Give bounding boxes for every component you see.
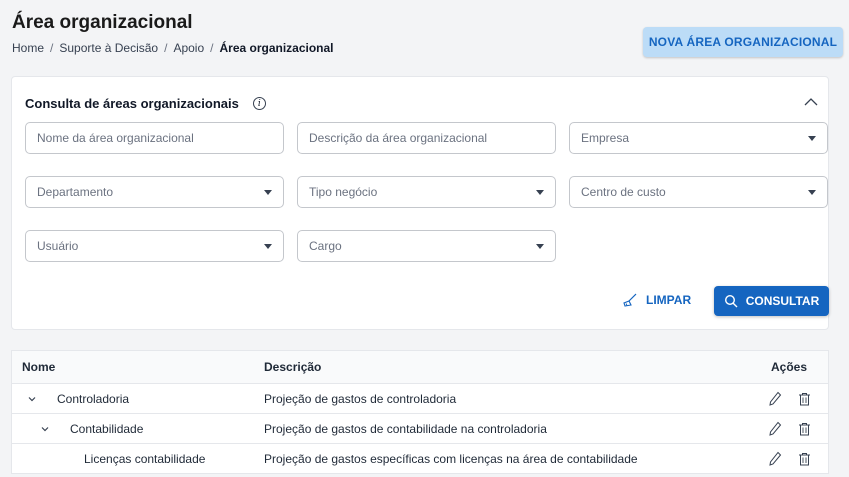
row-name: Contabilidade [70, 421, 144, 436]
dropdown-caret-icon [264, 243, 272, 249]
search-panel-header: Consulta de áreas organizacionais i [25, 96, 266, 111]
search-panel-title: Consulta de áreas organizacionais [25, 96, 239, 111]
name-cell: Controladoria [12, 392, 264, 406]
broom-icon [623, 293, 637, 307]
breadcrumb: Home / Suporte à Decisão / Apoio / Área … [12, 41, 334, 55]
search-button-label: CONSULTAR [745, 294, 820, 308]
row-description: Projeção de gastos específicas com licen… [264, 451, 638, 466]
dropdown-caret-icon [536, 189, 544, 195]
table-header: Nome Descrição Ações [12, 351, 828, 384]
tipo-negocio-select[interactable]: Tipo negócio [297, 176, 556, 208]
chevron-up-icon[interactable] [802, 93, 820, 111]
dropdown-caret-icon [808, 135, 816, 141]
page-title: Área organizacional [12, 12, 193, 33]
edit-pencil-icon[interactable] [768, 421, 782, 437]
breadcrumb-home[interactable]: Home [12, 41, 44, 55]
edit-pencil-icon[interactable] [768, 391, 782, 407]
chevron-down-icon[interactable] [39, 423, 51, 435]
cargo-select[interactable]: Cargo [297, 230, 556, 262]
row-actions [750, 391, 828, 407]
tipo-negocio-placeholder: Tipo negócio [309, 185, 378, 199]
row-description: Projeção de gastos de controladoria [264, 391, 457, 406]
info-icon[interactable]: i [252, 97, 266, 110]
clear-button[interactable]: LIMPAR [622, 289, 691, 311]
edit-pencil-icon[interactable] [768, 451, 782, 467]
breadcrumb-suporte[interactable]: Suporte à Decisão [59, 41, 158, 55]
dropdown-caret-icon [808, 189, 816, 195]
areas-table: Nome Descrição Ações Controladoria Proje… [11, 350, 829, 474]
departamento-select[interactable]: Departamento [25, 176, 284, 208]
column-header-nome[interactable]: Nome [12, 360, 264, 374]
nome-input[interactable]: Nome da área organizacional [25, 122, 284, 154]
delete-trash-icon[interactable] [798, 392, 811, 406]
dropdown-caret-icon [264, 189, 272, 195]
breadcrumb-apoio[interactable]: Apoio [173, 41, 204, 55]
table-row[interactable]: Contabilidade Projeção de gastos de cont… [12, 414, 828, 444]
search-icon [724, 294, 738, 308]
centro-custo-placeholder: Centro de custo [581, 185, 666, 199]
usuario-select[interactable]: Usuário [25, 230, 284, 262]
breadcrumb-current: Área organizacional [219, 41, 334, 55]
row-actions [750, 451, 828, 467]
row-actions [750, 421, 828, 437]
search-panel: Consulta de áreas organizacionais i Nome… [11, 76, 829, 330]
breadcrumb-separator: / [210, 41, 214, 55]
nome-placeholder: Nome da área organizacional [37, 131, 194, 145]
table-row[interactable]: Controladoria Projeção de gastos de cont… [12, 384, 828, 414]
search-button[interactable]: CONSULTAR [714, 286, 829, 316]
dropdown-caret-icon [536, 243, 544, 249]
delete-trash-icon[interactable] [798, 422, 811, 436]
column-header-descricao[interactable]: Descrição [264, 360, 750, 374]
delete-trash-icon[interactable] [798, 452, 811, 466]
table-row[interactable]: Licenças contabilidade Projeção de gasto… [12, 444, 828, 474]
chevron-down-icon[interactable] [26, 393, 38, 405]
empresa-select[interactable]: Empresa [569, 122, 828, 154]
descricao-input[interactable]: Descrição da área organizacional [297, 122, 556, 154]
column-header-acoes: Ações [770, 360, 808, 374]
row-name: Licenças contabilidade [84, 451, 206, 466]
usuario-placeholder: Usuário [37, 239, 79, 253]
clear-button-label: LIMPAR [646, 293, 692, 307]
breadcrumb-separator: / [164, 41, 168, 55]
breadcrumb-separator: / [50, 41, 54, 55]
name-cell: Contabilidade [12, 422, 264, 436]
centro-custo-select[interactable]: Centro de custo [569, 176, 828, 208]
cargo-placeholder: Cargo [309, 239, 342, 253]
new-area-button[interactable]: NOVA ÁREA ORGANIZACIONAL [643, 27, 843, 57]
empresa-placeholder: Empresa [581, 131, 630, 145]
row-name: Controladoria [57, 391, 130, 406]
descricao-placeholder: Descrição da área organizacional [309, 131, 488, 145]
departamento-placeholder: Departamento [37, 185, 114, 199]
row-description: Projeção de gastos de contabilidade na c… [264, 421, 547, 436]
name-cell: Licenças contabilidade [12, 452, 264, 466]
